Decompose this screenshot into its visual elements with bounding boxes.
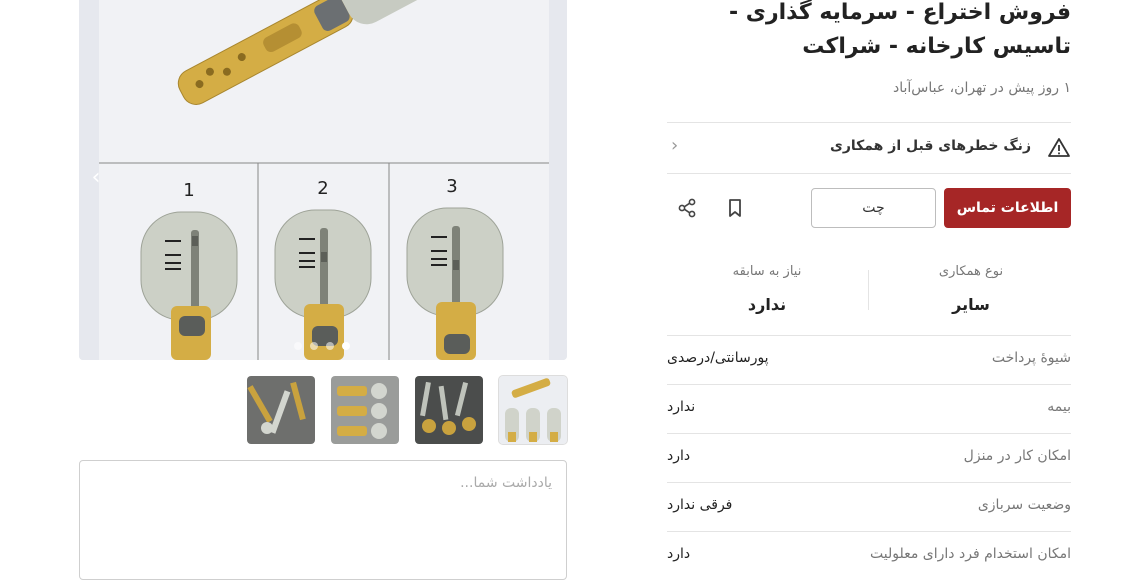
panel-number-2: 2 — [317, 178, 328, 199]
thumbnail-image — [499, 376, 567, 444]
detail-key: شیوهٔ پرداخت — [991, 350, 1071, 366]
thumbnail-image — [415, 376, 483, 444]
note-box — [79, 460, 567, 580]
thumbnail-image — [331, 376, 399, 444]
detail-row: امکان کار در منزل دارد — [667, 433, 1071, 482]
carousel-dots — [294, 342, 350, 350]
detail-key: بیمه — [1047, 399, 1071, 415]
carousel-dot[interactable] — [326, 342, 334, 350]
detail-row: امکان استخدام فرد دارای معلولیت دارد — [667, 531, 1071, 580]
detail-value: فرقی ندارد — [667, 497, 733, 513]
detail-value: دارد — [667, 448, 691, 464]
stat-experience-required: نیاز به سابقه ندارد — [667, 262, 867, 314]
panel-number-1: 1 — [183, 180, 194, 201]
detail-value: ندارد — [667, 399, 696, 415]
gallery-thumbnail-4-active[interactable] — [498, 375, 568, 445]
detail-value: پورسانتی/درصدی — [667, 350, 769, 366]
carousel-dot[interactable] — [310, 342, 318, 350]
detail-row: بیمه ندارد — [667, 384, 1071, 433]
note-input[interactable] — [80, 461, 566, 579]
gallery-thumbnail-1[interactable] — [247, 376, 315, 444]
ad-title: فروش اختراع - سرمایه گذاری - تاسیس کارخا… — [729, 0, 1071, 59]
ad-posted-info: ۱ روز پیش در تهران، عباس‌آباد — [892, 80, 1071, 96]
thumbnail-image — [247, 376, 315, 444]
carousel-dot[interactable] — [294, 342, 302, 350]
detail-key: امکان کار در منزل — [963, 448, 1071, 464]
share-icon[interactable] — [675, 196, 699, 220]
carousel-dot-active[interactable] — [342, 342, 350, 350]
stat-divider — [868, 270, 869, 310]
stats-section: نوع همکاری سایر نیاز به سابقه ندارد — [667, 262, 1071, 334]
detail-key: امکان استخدام فرد دارای معلولیت — [870, 546, 1071, 562]
stat-value: سایر — [952, 295, 990, 314]
stat-value: ندارد — [747, 295, 787, 314]
gallery-thumbnail-3[interactable] — [415, 376, 483, 444]
chevron-left-icon: ‹ — [671, 135, 679, 156]
stat-label: نیاز به سابقه — [732, 264, 802, 279]
warning-row[interactable]: زنگ خطرهای قبل از همکاری ‹ — [667, 122, 1071, 174]
chat-button[interactable]: چت — [811, 188, 936, 228]
detail-row: وضعیت سربازی فرقی ندارد — [667, 482, 1071, 531]
detail-key: وضعیت سربازی — [977, 497, 1071, 513]
detail-row: شیوهٔ پرداخت پورسانتی/درصدی — [667, 335, 1071, 384]
stat-label: نوع همکاری — [938, 264, 1004, 279]
stat-cooperation-type: نوع همکاری سایر — [871, 262, 1071, 314]
panel-number-3: 3 — [446, 176, 457, 197]
contact-info-button[interactable]: اطلاعات تماس — [944, 188, 1071, 228]
gallery-thumbnail-2[interactable] — [331, 376, 399, 444]
product-photo: 1 2 3 — [79, 0, 567, 360]
bookmark-icon[interactable] — [723, 196, 747, 220]
gallery-prev-arrow[interactable]: ‹ — [84, 166, 108, 190]
detail-value: دارد — [667, 546, 691, 562]
warning-text: زنگ خطرهای قبل از همکاری — [830, 138, 1031, 154]
gallery-main-image[interactable]: 1 2 3 — [79, 0, 567, 360]
warning-triangle-icon — [1048, 138, 1070, 157]
